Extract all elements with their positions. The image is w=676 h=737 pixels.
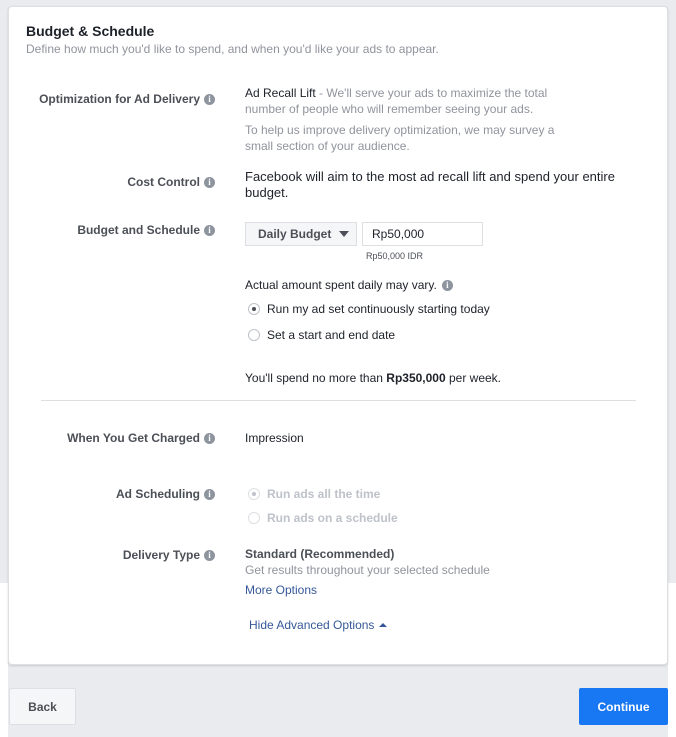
continue-button[interactable]: Continue xyxy=(579,688,668,725)
info-icon[interactable]: i xyxy=(204,549,215,561)
budget-amount-input[interactable] xyxy=(362,222,483,246)
caret-down-icon xyxy=(339,231,350,237)
back-button[interactable]: Back xyxy=(9,688,76,725)
optimization-value: Ad Recall Lift - We'll serve your ads to… xyxy=(245,85,565,117)
info-icon[interactable]: i xyxy=(204,93,215,105)
weekly-spend-note: You'll spend no more than Rp350,000 per … xyxy=(245,370,501,386)
delivery-type-label: Delivery Type i xyxy=(123,548,215,562)
caret-up-icon xyxy=(379,623,388,627)
radio-button[interactable] xyxy=(248,329,260,341)
radio-label: Set a start and end date xyxy=(267,328,396,342)
label-text: Optimization for Ad Delivery xyxy=(39,92,200,106)
info-icon[interactable]: i xyxy=(204,176,215,188)
budget-label: Budget and Schedule i xyxy=(77,223,215,237)
label-text: When You Get Charged xyxy=(67,431,200,445)
radio-label: Run ads all the time xyxy=(267,487,381,501)
optimization-label: Optimization for Ad Delivery i xyxy=(39,92,215,106)
radio-label: Run my ad set continuously starting toda… xyxy=(267,302,490,316)
background-strip xyxy=(668,583,676,737)
weekly-suffix: per week. xyxy=(445,371,502,385)
budget-schedule-card: Budget & Schedule Define how much you'd … xyxy=(8,6,668,665)
budget-type-dropdown[interactable]: Daily Budget xyxy=(245,222,357,246)
cost-control-label: Cost Control i xyxy=(127,175,215,189)
budget-amount-hint: Rp50,000 IDR xyxy=(366,251,424,261)
info-icon[interactable]: i xyxy=(204,432,215,444)
dropdown-label: Daily Budget xyxy=(258,227,332,241)
delivery-type-value: Standard (Recommended) xyxy=(245,547,395,561)
radio-button[interactable] xyxy=(248,303,260,315)
charged-label: When You Get Charged i xyxy=(67,431,215,445)
info-icon[interactable]: i xyxy=(441,279,453,291)
vary-note-text: Actual amount spent daily may vary. xyxy=(245,278,437,292)
ad-scheduling-label: Ad Scheduling i xyxy=(116,487,215,501)
optimization-goal: Ad Recall Lift xyxy=(245,86,316,100)
section-title: Budget & Schedule xyxy=(26,23,155,39)
delivery-type-desc: Get results throughout your selected sch… xyxy=(245,563,490,577)
section-subtitle: Define how much you'd like to spend, and… xyxy=(26,42,439,56)
link-text: Hide Advanced Options xyxy=(249,618,375,632)
weekly-prefix: You'll spend no more than xyxy=(245,371,387,385)
radio-start-end-date[interactable]: Set a start and end date xyxy=(248,328,395,342)
survey-note: To help us improve delivery optimization… xyxy=(245,123,555,153)
label-text: Ad Scheduling xyxy=(116,487,200,501)
label-text: Delivery Type xyxy=(122,548,200,562)
label-text: Budget and Schedule xyxy=(77,223,200,237)
radio-button xyxy=(248,512,260,524)
label-text: Cost Control xyxy=(127,175,200,189)
more-options-link[interactable]: More Options xyxy=(245,582,317,598)
radio-label: Run ads on a schedule xyxy=(267,511,398,525)
radio-run-on-schedule: Run ads on a schedule xyxy=(248,511,398,525)
charged-value: Impression xyxy=(245,431,304,445)
weekly-amount: Rp350,000 xyxy=(386,371,446,385)
info-icon[interactable]: i xyxy=(204,488,215,500)
divider xyxy=(41,400,636,401)
radio-run-all-time: Run ads all the time xyxy=(248,487,380,501)
radio-run-continuously[interactable]: Run my ad set continuously starting toda… xyxy=(248,302,490,316)
cost-control-value: Facebook will aim to the most ad recall … xyxy=(245,169,615,200)
info-icon[interactable]: i xyxy=(204,224,215,236)
background-strip xyxy=(0,583,8,737)
vary-note: Actual amount spent daily may vary. i xyxy=(245,277,453,293)
radio-button xyxy=(248,488,260,500)
hide-advanced-options-link[interactable]: Hide Advanced Options xyxy=(249,618,388,632)
